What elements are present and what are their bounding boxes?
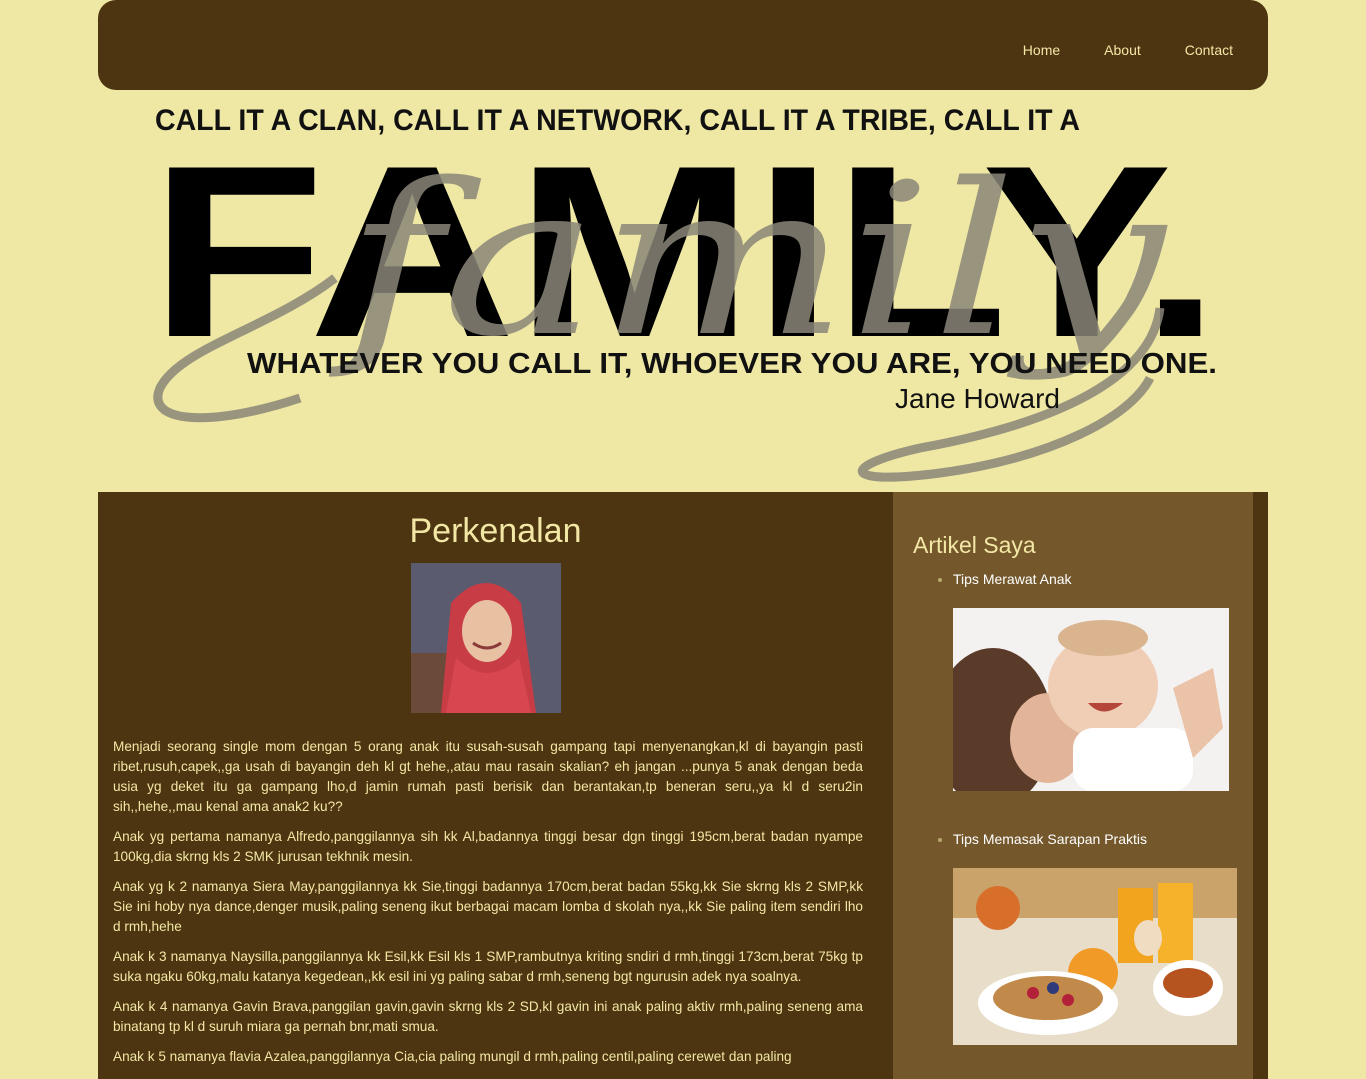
article-link-breakfast[interactable]: Tips Memasak Sarapan Praktis	[953, 831, 1253, 847]
sidebar-title: Artikel Saya	[913, 532, 1036, 558]
family-quote-banner: CALL IT A CLAN, CALL IT A NETWORK, CALL …	[150, 98, 1230, 483]
list-item: Tips Memasak Sarapan Praktis	[953, 831, 1253, 1045]
banner-script-word: family	[329, 138, 1168, 383]
paragraph: Menjadi seorang single mom dengan 5 oran…	[113, 739, 863, 814]
content-area: Perkenalan Menjadi seorang single mom de…	[98, 492, 1268, 1079]
nav-home-link[interactable]: Home	[1023, 42, 1060, 58]
sidebar: Artikel Saya Tips Merawat Anak	[893, 492, 1253, 1079]
paragraph: Anak yg k 2 namanya Siera May,panggilann…	[113, 879, 863, 934]
nav-about-link[interactable]: About	[1104, 42, 1141, 58]
article-link-parenting[interactable]: Tips Merawat Anak	[953, 571, 1253, 587]
paragraph: Anak yg pertama namanya Alfredo,panggila…	[113, 829, 863, 864]
paragraph: Anak k 4 namanya Gavin Brava,panggilan g…	[113, 999, 863, 1034]
article-thumbnail-breakfast[interactable]	[953, 868, 1237, 1045]
banner-line2: WHATEVER YOU CALL IT, WHOEVER YOU ARE, Y…	[247, 348, 1217, 380]
paragraph: Anak k 3 namanya Naysilla,panggilannya k…	[113, 949, 863, 984]
article-list: Tips Merawat Anak Tips Memasak Sar	[893, 571, 1253, 1045]
top-navigation-bar: Home About Contact	[98, 0, 1268, 90]
nav-contact-link[interactable]: Contact	[1185, 42, 1233, 58]
article-thumbnail-baby[interactable]	[953, 608, 1229, 791]
profile-photo	[411, 563, 561, 713]
main-column: Perkenalan Menjadi seorang single mom de…	[98, 492, 893, 1079]
list-item: Tips Merawat Anak	[953, 571, 1253, 791]
intro-text: Menjadi seorang single mom dengan 5 oran…	[98, 737, 893, 1067]
paragraph: Anak k 5 namanya flavia Azalea,panggilan…	[113, 1049, 792, 1064]
page-title: Perkenalan	[409, 512, 582, 550]
banner-author: Jane Howard	[895, 383, 1060, 414]
nav-links: Home About Contact	[1023, 42, 1233, 58]
